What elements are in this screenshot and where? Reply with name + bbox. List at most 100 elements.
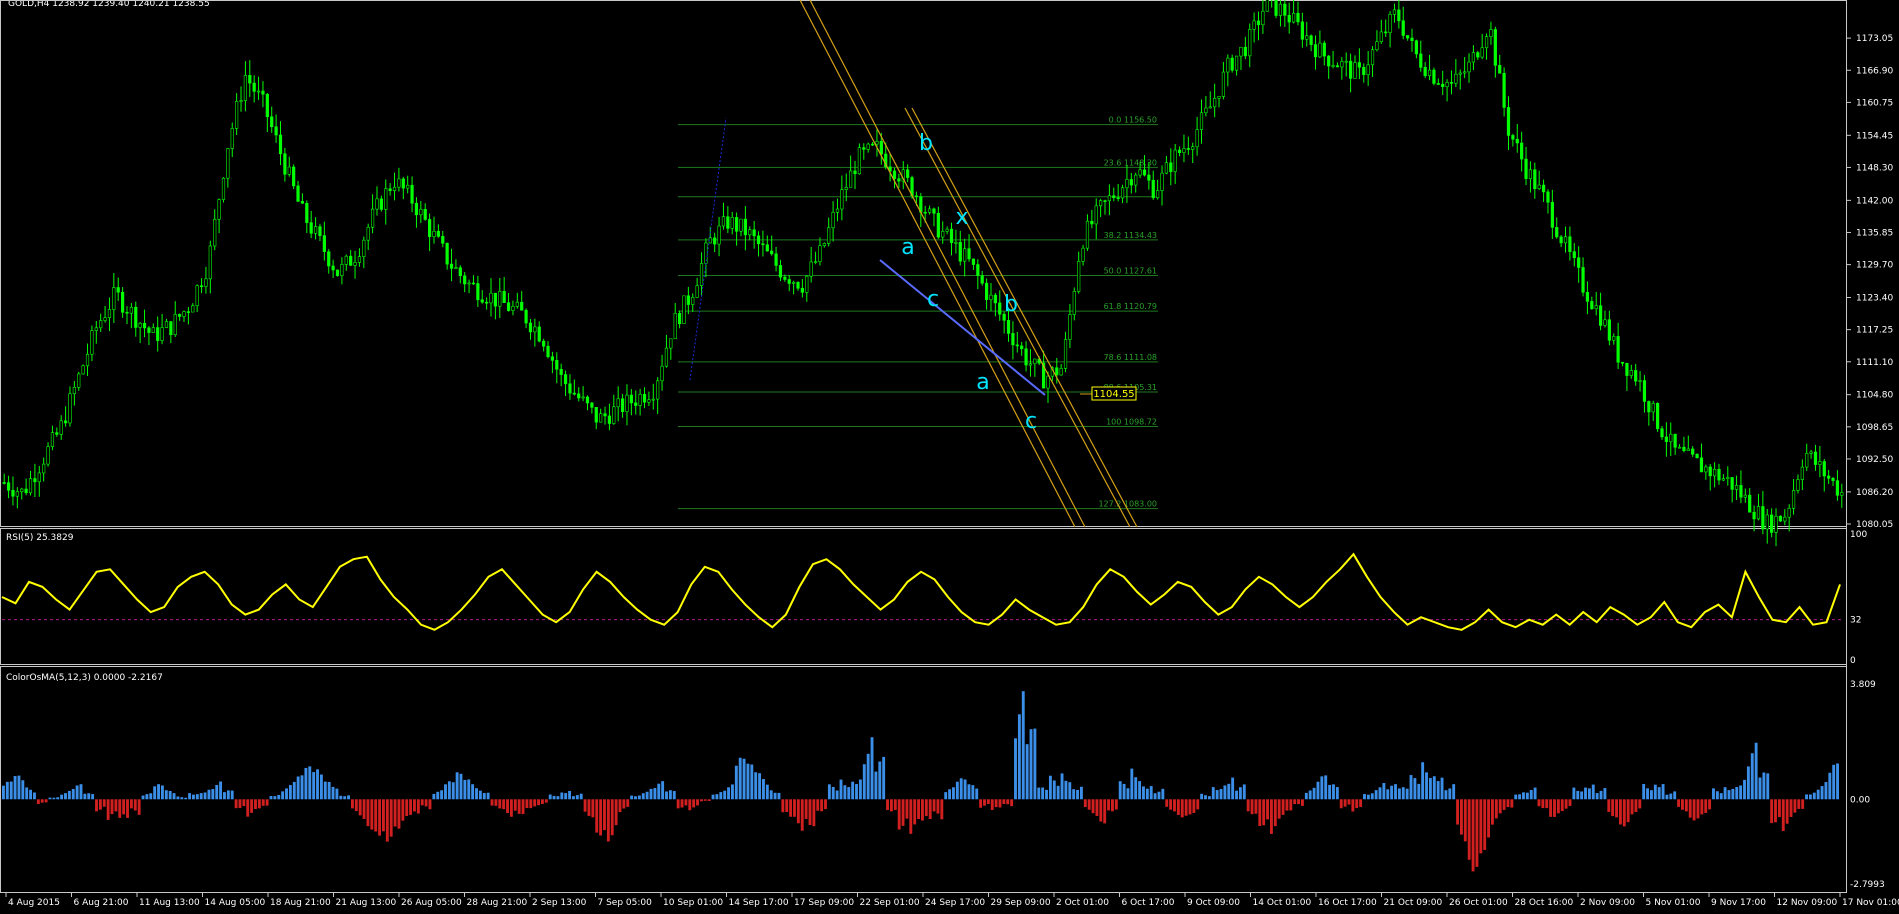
candle-body <box>116 287 120 293</box>
osma-bar <box>665 791 668 800</box>
osma-bar <box>1642 784 1646 800</box>
time-tick-label: 21 Aug 13:00 <box>336 898 397 908</box>
osma-bar <box>1568 799 1572 806</box>
candle-body <box>90 330 94 355</box>
candle-body <box>1822 461 1826 477</box>
candle-body <box>353 262 357 266</box>
candle-body <box>85 353 90 367</box>
candle-body <box>1664 436 1668 442</box>
osma-bar <box>1824 782 1828 800</box>
candle-body <box>1598 305 1603 326</box>
osma-bar <box>226 790 230 800</box>
osma-bar <box>711 794 715 800</box>
candle-body <box>94 327 98 331</box>
candle-body <box>879 140 883 155</box>
fib-level-label: 78.6 1111.08 <box>1104 353 1157 362</box>
candle-body <box>629 394 633 404</box>
candle-body <box>1761 506 1765 530</box>
time-tick-label: 17 Sep 09:00 <box>794 898 854 908</box>
osma-bar <box>1235 790 1238 800</box>
osma-bar <box>1704 799 1708 813</box>
candle-body <box>686 295 690 305</box>
candle-body <box>182 311 186 317</box>
osma-bar <box>129 799 133 809</box>
price-tick-label: 1117.25 <box>1856 326 1893 336</box>
price-tick-label: 1154.45 <box>1856 131 1893 141</box>
osma-bar <box>149 793 153 800</box>
osma-bar <box>1320 776 1324 800</box>
candle-body <box>998 302 1002 315</box>
candle-body <box>1072 291 1076 315</box>
osma-bar <box>1421 762 1425 800</box>
osma-bar <box>1820 786 1824 800</box>
osma-bar <box>1238 787 1242 800</box>
candle-body <box>309 222 313 234</box>
chart-stage: GOLD,H4 1238.92 1239.40 1240.21 1238.55 … <box>0 0 1899 914</box>
candle-body <box>1186 148 1190 150</box>
osma-bar <box>1801 799 1805 809</box>
fib-level-label: 50.0 1127.61 <box>1104 267 1157 276</box>
candle-body <box>1129 179 1133 186</box>
osma-bar <box>269 796 273 800</box>
osma-bar <box>1533 787 1537 800</box>
osma-bar <box>304 767 308 800</box>
osma-bar <box>188 793 192 800</box>
background <box>0 0 1899 914</box>
candle-body <box>1182 148 1186 153</box>
candle-body <box>480 299 484 303</box>
candle-body <box>1480 47 1484 58</box>
candle-body <box>498 291 502 307</box>
candle-body <box>164 321 169 328</box>
osma-bar <box>668 790 672 800</box>
osma-bar <box>83 793 87 800</box>
osma-bar <box>1207 796 1211 800</box>
candle-body <box>822 243 826 246</box>
candle-body <box>638 393 642 406</box>
osma-bar <box>192 794 195 800</box>
osma-bar <box>292 781 296 800</box>
osma-bar <box>122 799 126 815</box>
candle-body <box>616 398 620 408</box>
time-tick-label: 28 Aug 21:00 <box>467 898 528 908</box>
candle-body <box>1506 107 1511 136</box>
candle-body <box>1445 82 1449 88</box>
osma-bar <box>676 799 680 809</box>
wave-label: c <box>1025 409 1037 434</box>
chart-header-title: GOLD,H4 1238.92 1239.40 1240.21 1238.55 <box>8 0 210 9</box>
candle-body <box>1629 370 1633 376</box>
osma-bar <box>95 799 98 812</box>
osma-bar <box>164 790 168 800</box>
candle-body <box>178 314 182 317</box>
osma-bar <box>1118 781 1122 800</box>
osma-bar <box>1638 799 1642 809</box>
osma-bar <box>234 799 238 809</box>
osma-bar <box>1246 799 1250 812</box>
osma-bar <box>1347 799 1351 805</box>
candle-body <box>520 301 524 311</box>
candle-body <box>664 347 669 367</box>
candle-body <box>853 170 857 175</box>
osma-bar <box>1374 790 1378 800</box>
osma-bar <box>626 799 630 807</box>
osma-bar <box>1328 784 1332 800</box>
osma-bar <box>1215 790 1219 800</box>
osma-bar <box>1258 799 1262 827</box>
time-tick-label: 6 Oct 17:00 <box>1122 898 1175 908</box>
candle-body <box>1427 69 1432 76</box>
candle-body <box>774 253 778 266</box>
osma-bar <box>106 799 110 820</box>
osma-bar <box>389 799 393 837</box>
osma-bar <box>1165 799 1169 807</box>
osma-bar <box>401 799 405 821</box>
candle-body <box>1283 3 1287 16</box>
osma-bar <box>424 799 428 807</box>
candle-body <box>1568 236 1572 252</box>
osma-bar <box>475 788 478 800</box>
candle-body <box>971 258 976 265</box>
candle-body <box>590 402 594 408</box>
osma-bar <box>1669 793 1673 800</box>
candle-body <box>112 287 116 310</box>
osma-bar <box>199 793 203 800</box>
candle-body <box>945 228 949 232</box>
osma-bar <box>482 792 486 800</box>
